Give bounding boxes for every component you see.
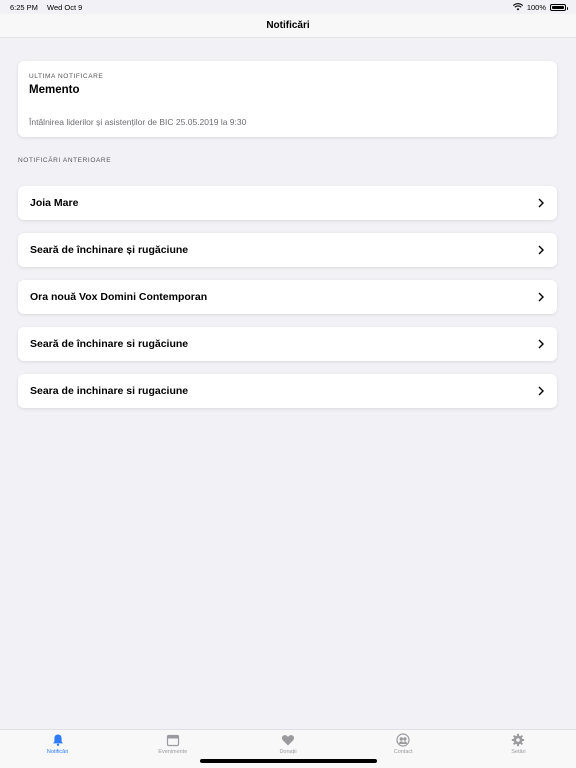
tab-label: Contact [393,749,413,755]
tab-label: Notificări [46,749,69,755]
notification-row-label: Joia Mare [30,197,79,209]
notification-row-label: Seara de inchinare si rugaciune [30,385,189,397]
battery-percent: 100% [526,2,546,12]
notification-row[interactable]: Seara de inchinare si rugaciune [18,374,557,408]
tab-label: Evenimente [158,749,188,755]
chevron-right-icon [538,198,544,208]
contacts-icon [396,733,410,747]
previous-section-label: NOTIFICĂRI ANTERIOARE [18,157,112,164]
tab-notificari[interactable]: Notificări [0,730,115,768]
last-notification-body: Întâlnirea liderilor și asistenților de … [29,117,247,127]
tab-setari[interactable]: Setări [461,730,576,768]
status-bar: 6:25 PM Wed Oct 9 100% [0,0,576,14]
tab-label: Setări [511,749,526,755]
notification-row[interactable]: Ora nouă Vox Domini Contemporan [18,280,557,314]
battery-icon [550,3,568,11]
notification-row[interactable]: Seară de închinare si rugăciune [18,327,557,361]
bell-icon [52,734,63,746]
notification-row[interactable]: Seară de închinare și rugăciune [18,233,557,267]
calendar-icon [166,734,179,747]
last-notification-title: Memento [29,84,80,96]
status-left: 6:25 PM Wed Oct 9 [10,3,89,12]
gear-icon [512,733,525,747]
last-notification-eyebrow: ULTIMA NOTIFICARE [29,73,104,80]
chevron-right-icon [538,292,544,302]
notification-row-label: Ora nouă Vox Domini Contemporan [30,291,208,303]
wifi-icon [512,3,523,11]
home-indicator[interactable] [200,759,377,763]
chevron-right-icon [538,386,544,396]
chevron-right-icon [538,339,544,349]
chevron-right-icon [538,245,544,255]
page-title: Notificări [266,20,310,31]
heart-icon [281,735,295,746]
notification-row-label: Seară de închinare și rugăciune [30,244,189,256]
notification-row-label: Seară de închinare si rugăciune [30,338,189,350]
status-time: 6:25 PM [10,2,38,12]
notification-row[interactable]: Joia Mare [18,186,557,220]
nav-bar: Notificări [0,14,576,38]
last-notification-card[interactable]: ULTIMA NOTIFICARE Memento Întâlnirea lid… [18,61,557,137]
status-date: Wed Oct 9 [47,2,83,12]
tab-label: Donații [279,749,297,755]
status-right: 100% [512,2,568,12]
